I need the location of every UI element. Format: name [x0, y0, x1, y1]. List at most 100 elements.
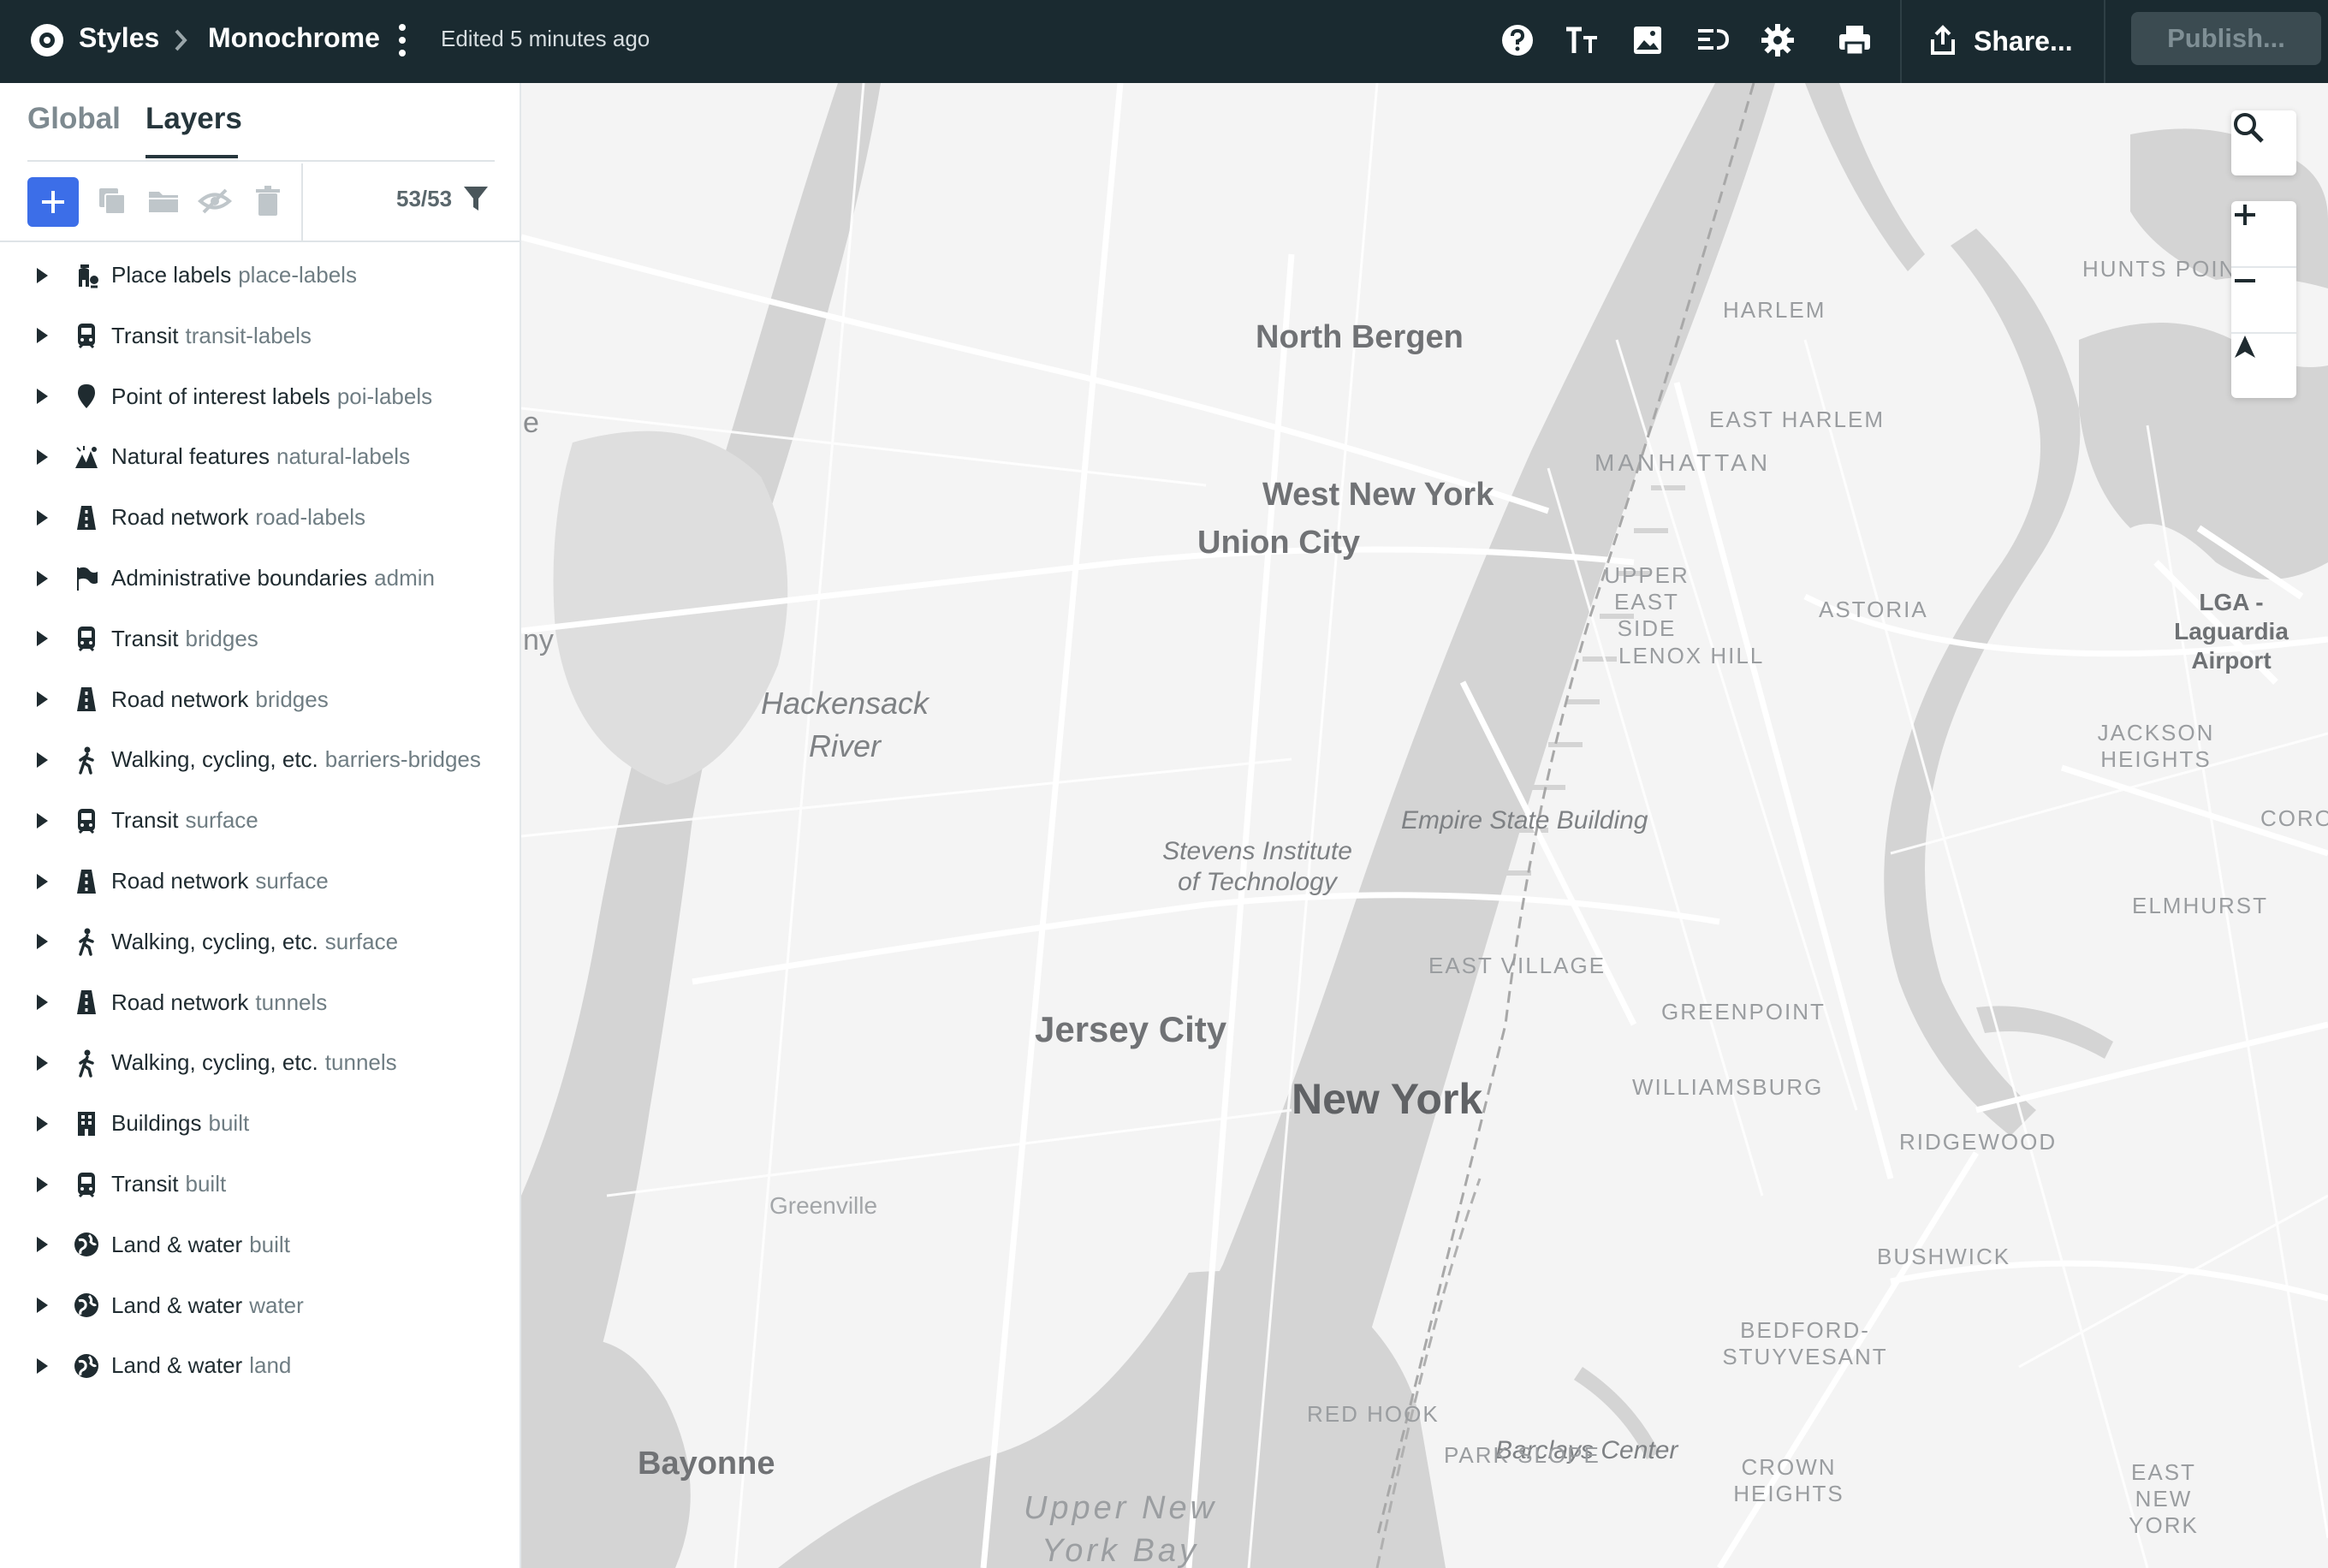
layer-sub-name: built	[208, 1110, 250, 1137]
expand-caret-icon[interactable]	[34, 1235, 50, 1254]
layer-label: Point of interest labels poi-labels	[111, 383, 432, 410]
layer-label: Transit bridges	[111, 626, 258, 652]
minus-icon	[2235, 279, 2255, 282]
help-icon[interactable]	[1498, 21, 1537, 60]
map-search-button[interactable]	[2231, 110, 2296, 175]
mapbox-logo-icon[interactable]	[29, 22, 65, 58]
layer-group-name: Road network	[111, 989, 249, 1015]
expand-caret-icon[interactable]	[34, 1054, 50, 1072]
compass-button[interactable]	[2231, 333, 2296, 398]
active-tab-indicator	[146, 155, 238, 158]
layer-row[interactable]: Road network road-labels	[0, 487, 520, 548]
expand-caret-icon[interactable]	[34, 387, 50, 406]
layer-group-name: Walking, cycling, etc.	[111, 928, 318, 954]
hide-icon[interactable]	[197, 183, 233, 219]
layer-row[interactable]: Land & water built	[0, 1215, 520, 1275]
label-ridgewood: RIDGEWOOD	[1899, 1129, 2058, 1155]
layer-row[interactable]: Administrative boundaries admin	[0, 548, 520, 609]
expand-caret-icon[interactable]	[34, 690, 50, 709]
filter-icon[interactable]	[462, 184, 490, 213]
expand-caret-icon[interactable]	[34, 872, 50, 891]
road-icon	[77, 687, 96, 712]
walking-icon	[79, 928, 94, 957]
layer-row[interactable]: Road network bridges	[0, 669, 520, 730]
globe-icon	[74, 1293, 98, 1318]
compass-icon	[2235, 336, 2255, 358]
folder-icon[interactable]	[146, 183, 181, 219]
expand-caret-icon[interactable]	[34, 569, 50, 588]
layer-label: Walking, cycling, etc. surface	[111, 929, 398, 955]
expand-caret-icon[interactable]	[34, 629, 50, 648]
label-east-new-york: EAST NEW YORK	[2129, 1459, 2199, 1538]
layer-row[interactable]: Road network tunnels	[0, 972, 520, 1033]
layer-sub-name: place-labels	[238, 262, 357, 288]
layer-row[interactable]: Natural features natural-labels	[0, 426, 520, 487]
layer-row[interactable]: Transit transit-labels	[0, 306, 520, 366]
add-layer-button[interactable]	[27, 177, 79, 227]
layer-group-name: Road network	[111, 868, 249, 894]
layer-row[interactable]: Walking, cycling, etc. barriers-bridges	[0, 729, 520, 790]
expand-caret-icon[interactable]	[34, 266, 50, 285]
print-icon[interactable]	[1835, 21, 1874, 60]
tab-global[interactable]: Global	[27, 102, 121, 136]
duplicate-icon[interactable]	[94, 183, 130, 219]
label-laguardia-airport: LGA - Laguardia Airport	[2174, 589, 2289, 674]
layer-sub-name: surface	[185, 807, 258, 834]
layer-group-name: Road network	[111, 504, 249, 531]
layer-row[interactable]: Buildings built	[0, 1093, 520, 1154]
expand-caret-icon[interactable]	[34, 751, 50, 769]
layer-row[interactable]: Walking, cycling, etc. surface	[0, 912, 520, 972]
layer-row[interactable]: Walking, cycling, etc. tunnels	[0, 1032, 520, 1093]
zoom-out-button[interactable]	[2231, 267, 2296, 332]
layer-label: Land & water water	[111, 1292, 304, 1319]
layer-sub-name: transit-labels	[185, 322, 312, 348]
breadcrumb-styles[interactable]: Styles	[79, 22, 159, 54]
layer-row[interactable]: Land & water water	[0, 1275, 520, 1336]
expand-caret-icon[interactable]	[34, 1296, 50, 1315]
publish-button[interactable]: Publish...	[2131, 12, 2321, 65]
label-new-york: New York	[1292, 1075, 1483, 1123]
globe-icon	[74, 1232, 98, 1257]
layer-group-name: Land & water	[111, 1352, 243, 1379]
share-button[interactable]: Share...	[1926, 17, 2073, 65]
expand-caret-icon[interactable]	[34, 1114, 50, 1133]
label-harlem: HARLEM	[1723, 297, 1826, 323]
label-elmhurst: ELMHURST	[2132, 893, 2269, 918]
tab-layers[interactable]: Layers	[146, 102, 242, 136]
share-label: Share...	[1974, 25, 2073, 56]
layer-row[interactable]: Point of interest labels poi-labels	[0, 366, 520, 427]
layer-row[interactable]: Transit surface	[0, 790, 520, 851]
label-crown-heights: CROWN HEIGHTS	[1733, 1454, 1844, 1506]
layer-sub-name: barriers-bridges	[324, 746, 481, 773]
settings-icon[interactable]	[1758, 21, 1797, 60]
map-canvas[interactable]: North Bergen West New York Union City Ha…	[521, 83, 2328, 1568]
expand-caret-icon[interactable]	[34, 508, 50, 527]
expand-caret-icon[interactable]	[34, 993, 50, 1012]
zoom-in-button[interactable]	[2231, 201, 2296, 266]
expand-caret-icon[interactable]	[34, 1175, 50, 1194]
trash-icon[interactable]	[250, 183, 286, 219]
layer-row[interactable]: Land & water land	[0, 1335, 520, 1396]
toolbar-divider	[301, 163, 303, 241]
label-greenpoint: GREENPOINT	[1661, 999, 1826, 1025]
expand-caret-icon[interactable]	[34, 932, 50, 951]
more-options-icon[interactable]	[392, 21, 413, 60]
layer-row[interactable]: Transit built	[0, 1154, 520, 1215]
style-name[interactable]: Monochrome	[208, 22, 380, 54]
toolbar-divider	[2104, 0, 2105, 83]
history-icon[interactable]	[1693, 21, 1732, 60]
layer-row[interactable]: Transit bridges	[0, 609, 520, 669]
expand-caret-icon[interactable]	[34, 1357, 50, 1375]
typography-icon[interactable]	[1563, 21, 1602, 60]
label-jersey-city: Jersey City	[1035, 1009, 1227, 1049]
label-corona: CORO	[2260, 805, 2328, 831]
image-icon[interactable]	[1628, 21, 1667, 60]
expand-caret-icon[interactable]	[34, 448, 50, 466]
label-stevens-institute: Stevens Institute of Technology	[1162, 837, 1352, 896]
layer-row[interactable]: Road network surface	[0, 851, 520, 912]
layer-sub-name: built	[249, 1231, 290, 1257]
layer-sub-name: land	[249, 1352, 292, 1379]
expand-caret-icon[interactable]	[34, 326, 50, 345]
layer-row[interactable]: Place labels place-labels	[0, 245, 520, 306]
expand-caret-icon[interactable]	[34, 811, 50, 830]
